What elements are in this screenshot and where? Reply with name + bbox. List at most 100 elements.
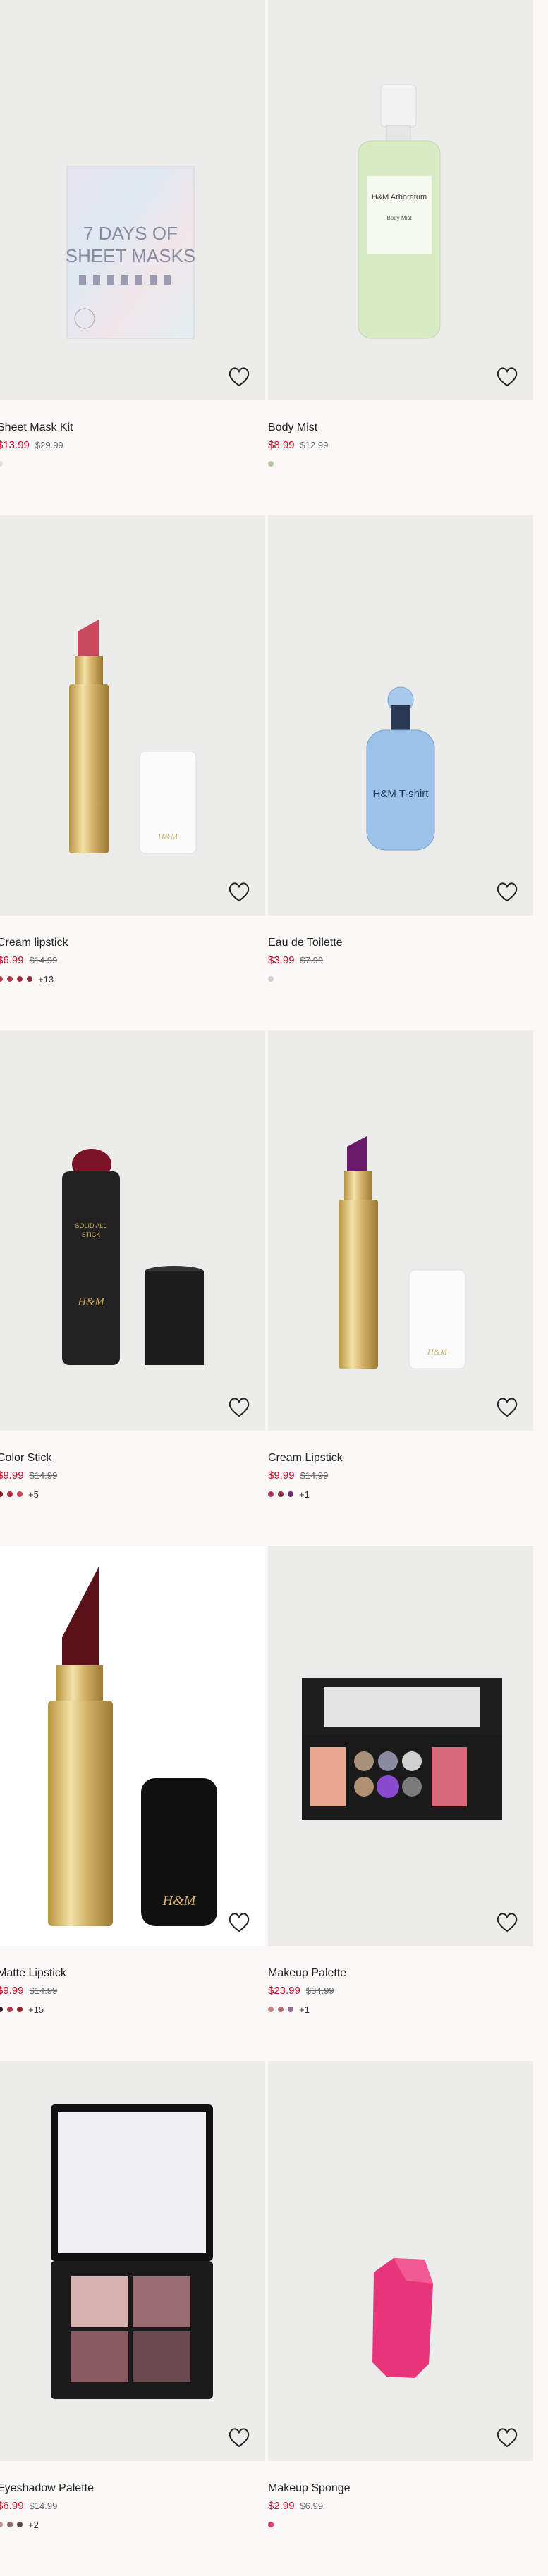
product-card[interactable]: SOLID ALL STICK H&M Color Stick $9.99 $14…: [0, 1030, 265, 1500]
color-swatch[interactable]: [268, 461, 274, 467]
product-prices: $9.99 $14.99: [268, 1469, 533, 1483]
stick-text-line1: SOLID ALL: [75, 1222, 106, 1229]
color-swatch[interactable]: [268, 1491, 274, 1497]
color-swatches: +1: [268, 2004, 533, 2015]
color-swatch[interactable]: [0, 976, 3, 982]
color-swatch[interactable]: [0, 461, 3, 467]
hm-logo-text: H&M: [77, 1296, 105, 1308]
color-swatch[interactable]: [17, 2522, 23, 2527]
color-swatch[interactable]: [278, 2007, 284, 2012]
product-prices: $9.99 $14.99: [0, 1984, 265, 1998]
wishlist-heart-icon[interactable]: [227, 2426, 251, 2448]
product-image[interactable]: H&M T-shirt: [268, 515, 533, 916]
product-prices: $6.99 $14.99: [0, 2499, 265, 2513]
wishlist-heart-icon[interactable]: [495, 1911, 519, 1933]
product-prices: $23.99 $34.99: [268, 1984, 533, 1998]
product-card[interactable]: Makeup Sponge $2.99 $6.99: [268, 2061, 533, 2529]
wishlist-heart-icon[interactable]: [495, 880, 519, 903]
more-colors-count[interactable]: +1: [299, 1489, 310, 1500]
product-card[interactable]: H&M Cream lipstick $6.99 $14.99 +13: [0, 515, 265, 985]
wishlist-heart-icon[interactable]: [227, 1911, 251, 1933]
original-price: $14.99: [29, 1985, 58, 1996]
color-swatch[interactable]: [7, 2007, 13, 2012]
product-row: SOLID ALL STICK H&M Color Stick $9.99 $14…: [0, 1030, 548, 1546]
color-swatch[interactable]: [288, 2007, 293, 2012]
product-image[interactable]: H&M: [0, 515, 265, 916]
color-swatch[interactable]: [268, 976, 274, 982]
product-info: Matte Lipstick $9.99 $14.99 +15: [0, 1946, 265, 2015]
product-card[interactable]: H&M Matte Lipstick $9.99 $14.99 +15: [0, 1546, 265, 2015]
product-name[interactable]: Cream Lipstick: [268, 1450, 533, 1466]
sale-price: $2.99: [268, 2500, 295, 2512]
wishlist-heart-icon[interactable]: [495, 2426, 519, 2448]
color-swatch[interactable]: [17, 1491, 23, 1497]
color-swatch[interactable]: [7, 2522, 13, 2527]
product-info: Sheet Mask Kit $13.99 $29.99: [0, 400, 265, 469]
wishlist-heart-icon[interactable]: [227, 1395, 251, 1418]
product-name[interactable]: Color Stick: [0, 1450, 265, 1466]
product-name[interactable]: Sheet Mask Kit: [0, 420, 265, 436]
color-swatches: +5: [0, 1489, 265, 1500]
color-swatch[interactable]: [288, 1491, 293, 1497]
color-stick-image: SOLID ALL STICK H&M: [62, 1149, 204, 1365]
product-image[interactable]: SOLID ALL STICK H&M: [0, 1030, 265, 1431]
color-swatch[interactable]: [0, 2522, 3, 2527]
color-swatch[interactable]: [268, 2522, 274, 2527]
more-colors-count[interactable]: +1: [299, 2004, 310, 2015]
sale-price: $3.99: [268, 954, 295, 966]
product-card[interactable]: H&M T-shirt Eau de Toilette $3.99 $7.99: [268, 515, 533, 984]
product-name[interactable]: Cream lipstick: [0, 935, 265, 951]
original-price: $12.99: [300, 440, 329, 450]
hm-logo-text: H&M: [162, 1893, 197, 1909]
product-name[interactable]: Body Mist: [268, 420, 533, 436]
product-name[interactable]: Makeup Sponge: [268, 2481, 533, 2496]
color-swatch[interactable]: [27, 976, 32, 982]
color-swatch[interactable]: [268, 2007, 274, 2012]
product-image[interactable]: [268, 1546, 533, 1946]
product-image[interactable]: H&M: [0, 1546, 265, 1946]
sale-price: $13.99: [0, 439, 30, 451]
product-image[interactable]: H&M Arboretum Body Mist: [268, 0, 533, 400]
product-info: Makeup Sponge $2.99 $6.99: [268, 2461, 533, 2529]
product-info: Cream Lipstick $9.99 $14.99 +1: [268, 1431, 533, 1500]
product-image[interactable]: H&M: [268, 1030, 533, 1431]
color-swatch[interactable]: [278, 1491, 284, 1497]
color-swatch[interactable]: [17, 976, 23, 982]
wishlist-heart-icon[interactable]: [227, 880, 251, 903]
product-name[interactable]: Makeup Palette: [268, 1966, 533, 1981]
mask-box-line2: SHEET MASKS: [66, 245, 195, 266]
product-card[interactable]: Makeup Palette $23.99 $34.99 +1: [268, 1546, 533, 2015]
product-image[interactable]: [0, 2061, 265, 2461]
product-card[interactable]: H&M Cream Lipstick $9.99 $14.99 +1: [268, 1030, 533, 1500]
product-info: Eyeshadow Palette $6.99 $14.99 +2: [0, 2461, 265, 2530]
more-colors-count[interactable]: +5: [28, 1489, 39, 1500]
product-info: Cream lipstick $6.99 $14.99 +13: [0, 916, 265, 985]
color-swatch[interactable]: [0, 2007, 3, 2012]
wishlist-heart-icon[interactable]: [495, 365, 519, 388]
color-swatch[interactable]: [17, 2007, 23, 2012]
original-price: $29.99: [35, 440, 63, 450]
product-image[interactable]: 7 DAYS OF SHEET MASKS: [0, 0, 265, 400]
product-card[interactable]: H&M Arboretum Body Mist Body Mist $8.99 $…: [268, 0, 533, 469]
product-prices: $6.99 $14.99: [0, 954, 265, 968]
more-colors-count[interactable]: +2: [28, 2520, 39, 2530]
product-image[interactable]: [268, 2061, 533, 2461]
wishlist-heart-icon[interactable]: [227, 365, 251, 388]
product-card[interactable]: Eyeshadow Palette $6.99 $14.99 +2: [0, 2061, 265, 2530]
product-card[interactable]: 7 DAYS OF SHEET MASKS Sheet Mask Kit $13…: [0, 0, 265, 469]
color-swatch[interactable]: [0, 1491, 3, 1497]
original-price: $7.99: [300, 955, 324, 966]
product-row: Eyeshadow Palette $6.99 $14.99 +2 Makeup …: [0, 2061, 548, 2576]
more-colors-count[interactable]: +13: [38, 974, 54, 985]
wishlist-heart-icon[interactable]: [495, 1395, 519, 1418]
more-colors-count[interactable]: +15: [28, 2004, 44, 2015]
color-swatch[interactable]: [7, 976, 13, 982]
sale-price: $23.99: [268, 1985, 300, 1997]
color-swatches: [268, 974, 533, 984]
product-name[interactable]: Eyeshadow Palette: [0, 2481, 265, 2496]
sale-price: $8.99: [268, 439, 295, 451]
color-swatch[interactable]: [7, 1491, 13, 1497]
original-price: $14.99: [29, 1470, 58, 1481]
product-name[interactable]: Eau de Toilette: [268, 935, 533, 951]
product-name[interactable]: Matte Lipstick: [0, 1966, 265, 1981]
